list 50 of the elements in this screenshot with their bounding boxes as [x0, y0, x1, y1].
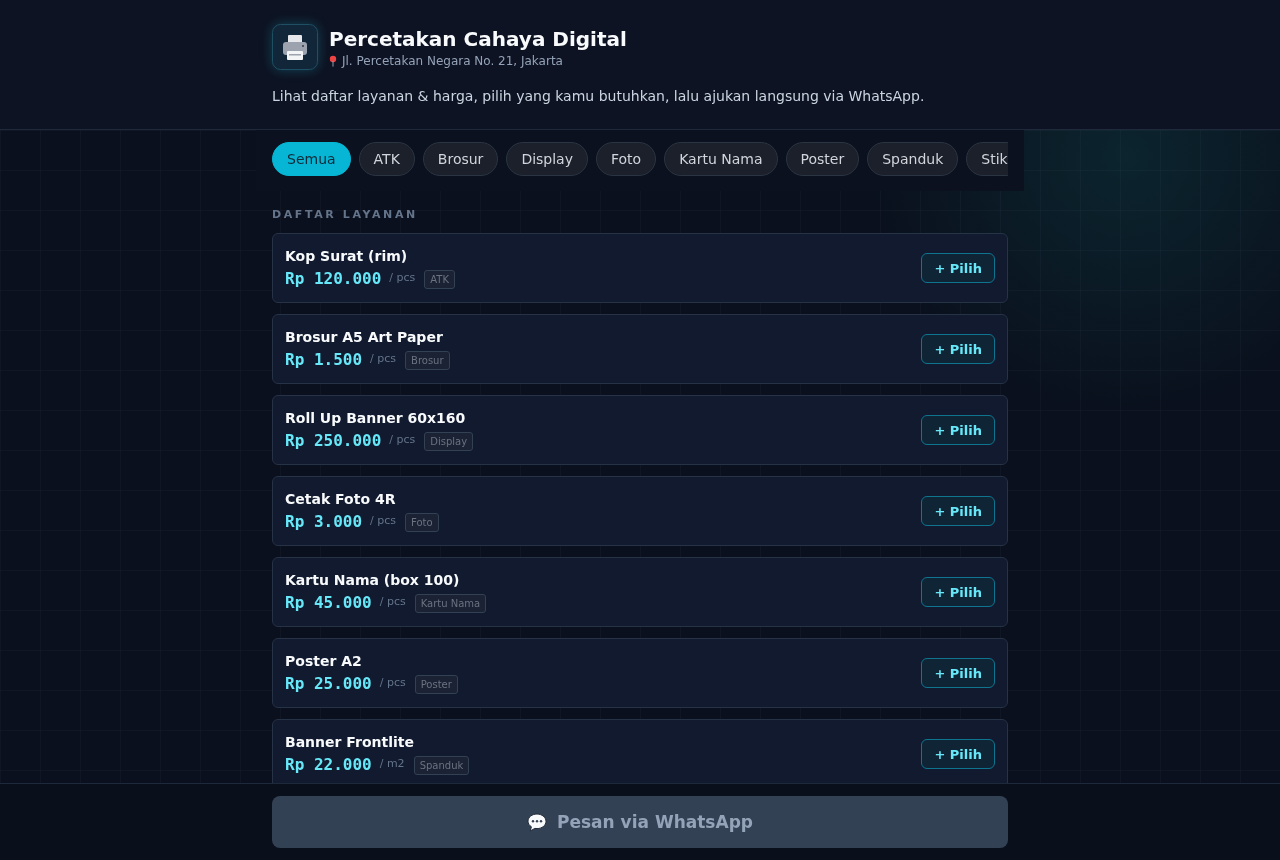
- price-unit: / pcs: [389, 433, 416, 446]
- category-tag: ATK: [424, 269, 456, 289]
- service-name: Kop Surat (rim): [285, 247, 409, 265]
- price-unit: / pcs: [379, 676, 406, 689]
- service-name: Poster A2: [285, 652, 363, 670]
- price-unit: / pcs: [370, 352, 397, 365]
- category-tag: Spanduk: [413, 755, 470, 775]
- service-name: Roll Up Banner 60x160: [285, 409, 467, 427]
- pick-button[interactable]: + Pilih: [921, 658, 995, 688]
- speech-bubble-icon: [527, 812, 547, 832]
- pick-button[interactable]: + Pilih: [921, 253, 995, 283]
- filter-chip[interactable]: ATK: [358, 142, 415, 176]
- service-name: Brosur A5 Art Paper: [285, 328, 444, 346]
- filter-chip[interactable]: Spanduk: [867, 142, 959, 176]
- category-tag: Brosur: [405, 350, 450, 370]
- filter-chip[interactable]: Display: [506, 142, 588, 176]
- section-title: DAFTAR LAYANAN: [272, 208, 419, 222]
- filter-chip[interactable]: Foto: [596, 142, 657, 176]
- shop-address: Jl. Percetakan Negara No. 21, Jakarta: [342, 52, 563, 69]
- service-name: Banner Frontlite: [285, 733, 415, 751]
- service-price: Rp 1.500: [285, 350, 363, 370]
- category-tag: Foto: [405, 512, 439, 532]
- price-unit: / pcs: [379, 595, 406, 608]
- pick-button[interactable]: + Pilih: [921, 739, 995, 769]
- service-price: Rp 45.000: [285, 593, 372, 613]
- pick-button[interactable]: + Pilih: [921, 334, 995, 364]
- price-unit: / m2: [379, 757, 405, 770]
- filter-chip[interactable]: Brosur: [422, 142, 499, 176]
- filter-chip[interactable]: Kartu Nama: [664, 142, 778, 176]
- filter-chip[interactable]: Semua: [272, 142, 351, 176]
- service-price: Rp 250.000: [285, 431, 382, 451]
- category-tag: Poster: [414, 674, 458, 694]
- shop-title: Percetakan Cahaya Digital: [329, 25, 627, 52]
- price-unit: / pcs: [370, 514, 397, 527]
- service-name: Kartu Nama (box 100): [285, 571, 461, 589]
- shop-description: Lihat daftar layanan & harga, pilih yang kamu butuhkan, lalu ajukan langsung via WhatsApp.: [272, 87, 926, 106]
- service-name: Cetak Foto 4R: [285, 490, 397, 508]
- pick-button[interactable]: + Pilih: [921, 496, 995, 526]
- price-unit: / pcs: [389, 271, 416, 284]
- filter-chip[interactable]: Stik: [966, 142, 1008, 176]
- service-price: Rp 25.000: [285, 674, 372, 694]
- pick-button[interactable]: + Pilih: [921, 577, 995, 607]
- service-price: Rp 22.000: [285, 755, 372, 775]
- category-tag: Display: [424, 431, 474, 451]
- service-price: Rp 3.000: [285, 512, 363, 532]
- printer-icon: [272, 24, 318, 70]
- pick-button[interactable]: + Pilih: [921, 415, 995, 445]
- filter-chip[interactable]: Poster: [785, 142, 860, 176]
- service-price: Rp 120.000: [285, 269, 382, 289]
- category-tag: Kartu Nama: [414, 593, 487, 613]
